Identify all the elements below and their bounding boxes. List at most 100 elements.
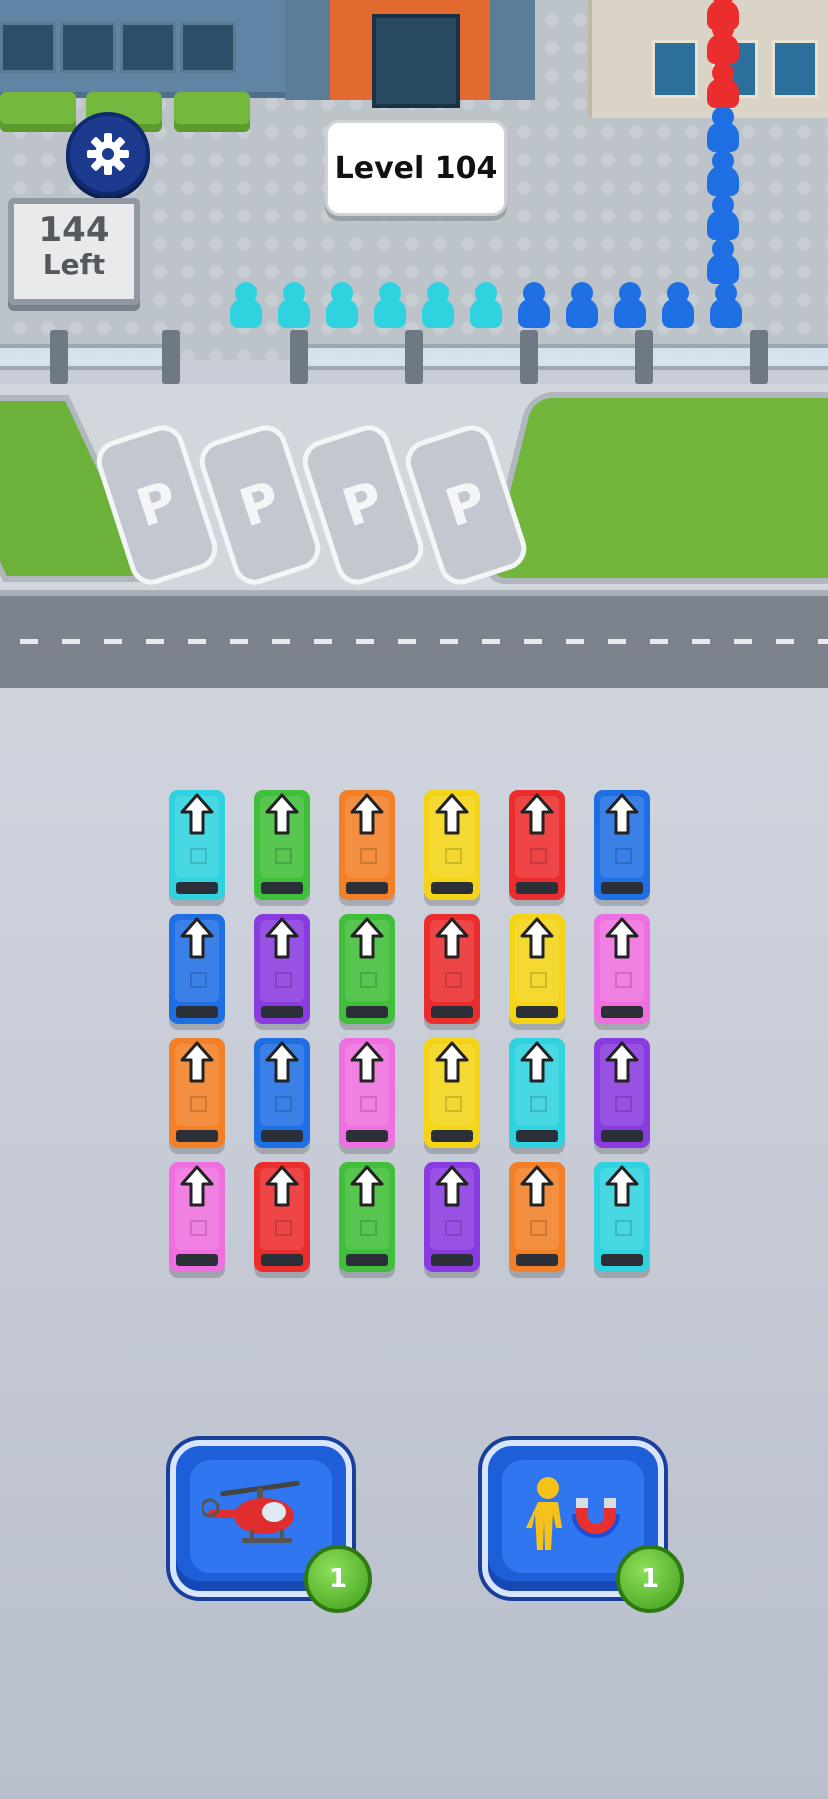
helicopter-icon (202, 1480, 300, 1543)
magnet-count-badge: 1 (616, 1545, 684, 1613)
magnet-icon (526, 1477, 620, 1550)
bus-yellow[interactable] (424, 1038, 480, 1148)
arrow-up-icon (435, 793, 469, 835)
bus-parking-area (0, 688, 828, 1799)
arrow-up-icon (435, 1041, 469, 1083)
arrow-up-icon (520, 917, 554, 959)
bus-red[interactable] (254, 1162, 310, 1272)
road (0, 590, 828, 694)
arrow-up-icon (180, 917, 214, 959)
passenger (420, 282, 454, 328)
passenger (705, 106, 739, 152)
lane-marking (104, 639, 122, 644)
parking-spot-label: P (232, 470, 288, 540)
remaining-label: Left (42, 248, 106, 281)
building-window (180, 22, 236, 73)
arrow-up-icon (265, 793, 299, 835)
bus-blue[interactable] (169, 914, 225, 1024)
building-window (652, 40, 698, 98)
lane-marking (356, 639, 374, 644)
arrow-up-icon (350, 1041, 384, 1083)
bus-orange[interactable] (509, 1162, 565, 1272)
arrow-up-icon (180, 1165, 214, 1207)
arrow-up-icon (265, 917, 299, 959)
bus-pink[interactable] (339, 1038, 395, 1148)
passenger (705, 150, 739, 196)
bus-orange[interactable] (339, 790, 395, 900)
lane-marking (146, 639, 164, 644)
lane-marking (566, 639, 584, 644)
passenger (276, 282, 310, 328)
bus-yellow[interactable] (509, 914, 565, 1024)
arrow-up-icon (605, 1165, 639, 1207)
lane-marking (524, 639, 542, 644)
arrow-up-icon (435, 917, 469, 959)
bus-cyan[interactable] (594, 1162, 650, 1272)
bus-station-building (285, 0, 535, 108)
arrow-up-icon (605, 793, 639, 835)
bus-cyan[interactable] (169, 790, 225, 900)
lane-marking (734, 639, 752, 644)
bus-red[interactable] (509, 790, 565, 900)
helicopter-count-badge: 1 (304, 1545, 372, 1613)
bus-purple[interactable] (594, 1038, 650, 1148)
magnet-powerup-button[interactable]: 1 (482, 1440, 684, 1613)
building-window (0, 22, 56, 73)
passenger (705, 0, 739, 30)
passenger (228, 282, 262, 328)
helicopter-count: 1 (328, 1564, 348, 1594)
passenger (705, 62, 739, 108)
passenger (708, 282, 742, 328)
lane-marking (440, 639, 458, 644)
helicopter-powerup-button[interactable]: 1 (170, 1440, 372, 1613)
bus-green[interactable] (254, 790, 310, 900)
lane-marking (608, 639, 626, 644)
arrow-up-icon (180, 793, 214, 835)
bus-blue[interactable] (254, 1038, 310, 1148)
passenger (564, 282, 598, 328)
settings-button[interactable] (66, 112, 150, 196)
building-window (772, 40, 818, 98)
arrow-up-icon (265, 1165, 299, 1207)
bus-pink[interactable] (594, 914, 650, 1024)
passenger (705, 194, 739, 240)
hedge (174, 92, 250, 132)
parking-spot-label: P (438, 470, 494, 540)
lane-marking (776, 639, 794, 644)
lane-marking (272, 639, 290, 644)
bus-green[interactable] (339, 914, 395, 1024)
level-label: Level 104 (334, 150, 498, 186)
lane-marking (650, 639, 668, 644)
bus-green[interactable] (339, 1162, 395, 1272)
bus-yellow[interactable] (424, 790, 480, 900)
lane-marking (692, 639, 710, 644)
lane-marking (20, 639, 38, 644)
bus-blue[interactable] (594, 790, 650, 900)
hedge (0, 92, 76, 132)
bus-pink[interactable] (169, 1162, 225, 1272)
bus-purple[interactable] (424, 1162, 480, 1272)
arrow-up-icon (350, 793, 384, 835)
arrow-up-icon (605, 917, 639, 959)
lane-marking (482, 639, 500, 644)
parking-spot-label: P (129, 470, 185, 540)
lane-marking (230, 639, 248, 644)
bus-red[interactable] (424, 914, 480, 1024)
magnet-count: 1 (640, 1564, 660, 1594)
fence-right (290, 330, 828, 384)
passenger (516, 282, 550, 328)
arrow-up-icon (520, 1165, 554, 1207)
lane-marking (188, 639, 206, 644)
game-scene: 144 Left Level 104 PPPP 1 1 (0, 0, 828, 1799)
grass-right (481, 392, 828, 584)
bus-purple[interactable] (254, 914, 310, 1024)
bus-cyan[interactable] (509, 1038, 565, 1148)
bus-orange[interactable] (169, 1038, 225, 1148)
level-badge: Level 104 (325, 120, 507, 216)
parking-spot-label: P (335, 470, 391, 540)
arrow-up-icon (520, 1041, 554, 1083)
arrow-up-icon (265, 1041, 299, 1083)
building-window (60, 22, 116, 73)
arrow-up-icon (180, 1041, 214, 1083)
passenger (324, 282, 358, 328)
